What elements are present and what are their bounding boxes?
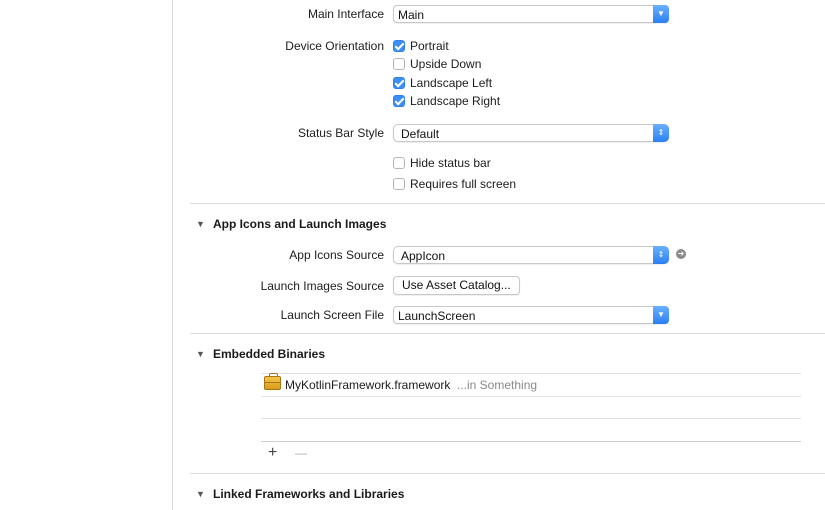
landscape-right-label: Landscape Right — [410, 94, 501, 108]
chevron-down-icon[interactable]: ▼ — [653, 306, 669, 324]
upside-down-checkbox[interactable] — [393, 58, 405, 70]
hide-status-bar-checkbox[interactable] — [393, 157, 405, 169]
use-asset-catalog-button[interactable]: Use Asset Catalog... — [393, 276, 520, 295]
section-divider — [190, 473, 825, 474]
upside-down-label: Upside Down — [410, 57, 482, 71]
section-divider — [190, 203, 825, 204]
requires-full-screen-checkbox[interactable] — [393, 178, 405, 190]
hide-status-bar-label: Hide status bar — [410, 156, 491, 170]
launch-screen-file-label: Launch Screen File — [280, 308, 384, 322]
landscape-left-checkbox[interactable] — [393, 77, 405, 89]
go-arrow-icon[interactable]: ➜ — [676, 249, 686, 259]
disclosure-triangle-icon[interactable]: ▼ — [196, 489, 205, 499]
embedded-binaries-section-title: Embedded Binaries — [213, 347, 326, 361]
app-icons-source-value: AppIcon — [401, 249, 446, 263]
remove-button[interactable]: — — [295, 446, 307, 460]
table-row-divider — [261, 396, 801, 397]
device-orientation-label: Device Orientation — [285, 39, 384, 53]
linked-frameworks-section-title: Linked Frameworks and Libraries — [213, 487, 405, 501]
landscape-right-checkbox[interactable] — [393, 95, 405, 107]
framework-name[interactable]: MyKotlinFramework.framework — [285, 378, 450, 392]
requires-full-screen-label: Requires full screen — [410, 177, 517, 191]
updown-chevron-icon[interactable]: ⇕ — [653, 246, 669, 264]
status-bar-style-value: Default — [401, 127, 440, 141]
disclosure-triangle-icon[interactable]: ▼ — [196, 219, 205, 229]
landscape-left-label: Landscape Left — [410, 76, 493, 90]
chevron-down-icon[interactable]: ▼ — [653, 5, 669, 23]
table-border-top — [261, 373, 801, 374]
toolbox-icon — [264, 373, 281, 390]
portrait-checkbox[interactable] — [393, 40, 405, 52]
launch-screen-file-value: LaunchScreen — [398, 309, 476, 323]
app-icons-source-label: App Icons Source — [289, 248, 384, 262]
app-icons-source-popup[interactable]: AppIcon ⇕ — [393, 246, 669, 264]
section-divider — [190, 333, 825, 334]
main-interface-label: Main Interface — [307, 7, 384, 21]
main-interface-combobox[interactable]: Main ▼ — [393, 5, 669, 23]
table-border-bottom — [261, 441, 801, 442]
portrait-label: Portrait — [410, 39, 449, 53]
table-row-divider — [261, 418, 801, 419]
launch-screen-file-combobox[interactable]: LaunchScreen ▼ — [393, 306, 669, 324]
main-interface-value: Main — [398, 8, 425, 22]
disclosure-triangle-icon[interactable]: ▼ — [196, 349, 205, 359]
updown-chevron-icon[interactable]: ⇕ — [653, 124, 669, 142]
status-bar-style-label: Status Bar Style — [297, 126, 384, 140]
status-bar-style-popup[interactable]: Default ⇕ — [393, 124, 669, 142]
launch-images-source-label: Launch Images Source — [260, 279, 384, 293]
navigator-sidebar — [0, 0, 173, 510]
framework-location: ...in Something — [457, 378, 538, 392]
add-button[interactable]: + — [268, 444, 277, 462]
app-icons-section-title: App Icons and Launch Images — [213, 217, 387, 231]
